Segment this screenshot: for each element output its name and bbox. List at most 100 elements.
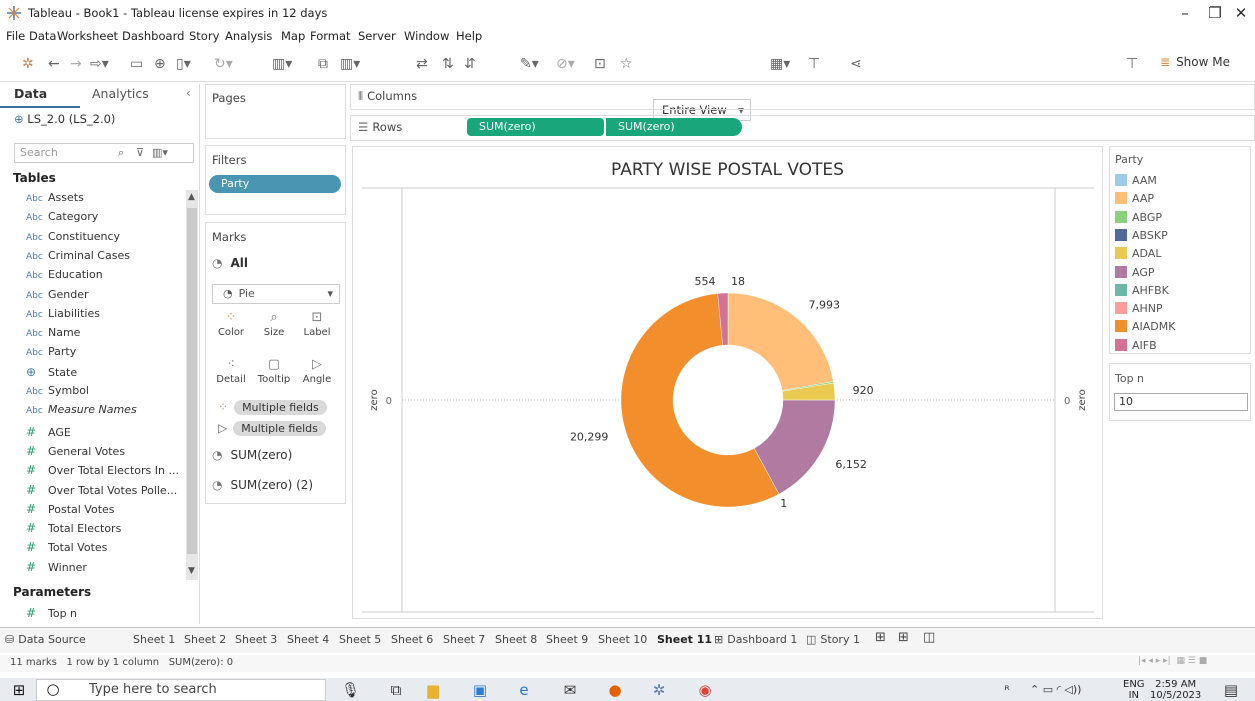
dimension-field[interactable]: Abc Constituency (26, 230, 186, 248)
new-worksheet-icon[interactable]: ▥▾ (272, 54, 292, 74)
sort-ascending-icon[interactable]: ⇅ (442, 54, 454, 74)
measure-field[interactable]: # Postal Votes (26, 502, 186, 520)
menu-format[interactable]: Format (310, 29, 351, 43)
cards-icon[interactable]: ▦▾ (770, 54, 790, 74)
tableau-taskbar-icon[interactable]: ✲ (650, 681, 668, 699)
scroll-down-icon[interactable]: ▼ (188, 566, 195, 576)
new-dashboard-tab-icon[interactable]: ⊞ (898, 630, 909, 645)
menu-dashboard[interactable]: Dashboard (122, 29, 184, 43)
legend-item[interactable]: AIADMK (1115, 320, 1175, 338)
scrollbar-thumb[interactable] (187, 208, 197, 554)
mark-type-dropdown[interactable]: ◔ Pie ▾ (212, 284, 340, 304)
sheet-tab[interactable]: Sheet 1 (133, 633, 175, 646)
redo-icon[interactable]: ⇨▾ (90, 54, 109, 74)
mail-icon[interactable]: ✉ (561, 681, 579, 699)
menu-server[interactable]: Server (358, 29, 396, 43)
swap-axes-icon[interactable]: ⇄ (416, 54, 428, 74)
tab-dashboard-1[interactable]: ⊞ Dashboard 1 (714, 633, 797, 646)
legend-item[interactable]: AGP (1115, 265, 1155, 284)
tab-story-1[interactable]: ◫ Story 1 (806, 633, 860, 646)
dimension-field[interactable]: Abc Measure Names (26, 403, 186, 421)
microphone-icon[interactable]: 🎙 (341, 681, 360, 699)
presentation-mode-icon[interactable]: ⊤ (808, 54, 820, 74)
parameter-field[interactable]: # Top n (26, 606, 186, 624)
legend-item[interactable]: AAM (1115, 174, 1157, 192)
detail-button[interactable]: ⁖ Detail (213, 356, 249, 385)
columns-shelf[interactable] (350, 84, 1255, 110)
view-options-icon[interactable]: ▥▾ (152, 146, 168, 159)
row-pill-sum-zero-2[interactable]: SUM(zero) (606, 118, 742, 136)
measure-field[interactable]: # Total Votes (26, 540, 186, 558)
minimize-button[interactable]: – (1168, 2, 1202, 24)
measure-field[interactable]: # Over Total Electors In ... (26, 463, 186, 481)
menu-data[interactable]: Data (29, 29, 56, 43)
menu-story[interactable]: Story (189, 29, 219, 43)
sheet-tab[interactable]: Sheet 10 (598, 633, 647, 646)
sheet-tab[interactable]: Sheet 7 (443, 633, 485, 646)
sheet-tab[interactable]: Sheet 2 (184, 633, 226, 646)
dimension-field[interactable]: Abc Liabilities (26, 307, 186, 325)
row-pill-sum-zero[interactable]: SUM(zero) (467, 118, 604, 136)
measure-field[interactable]: # Total Electors (26, 521, 186, 539)
sheet-tab[interactable]: Sheet 4 (287, 633, 329, 646)
topn-input[interactable]: 10 (1114, 393, 1248, 411)
menu-analysis[interactable]: Analysis (225, 29, 272, 43)
firefox-icon[interactable]: ● (606, 681, 624, 699)
tableau-home-icon[interactable]: ✲ (22, 54, 34, 74)
legend-item[interactable]: ABGP (1115, 210, 1162, 229)
scroll-up-icon[interactable]: ▲ (188, 192, 195, 202)
search-icon[interactable]: ⌕ (118, 146, 124, 160)
marks-all-row[interactable]: ◔ All (212, 256, 248, 270)
back-icon[interactable]: ← (48, 54, 60, 74)
pie-chart[interactable]: zero 0 0 zero 18 7,993 920 6,152 1 20,299 554 (352, 146, 1103, 619)
collapse-pane-icon[interactable]: ‹ (186, 86, 191, 100)
new-story-tab-icon[interactable]: ◫ (923, 630, 935, 645)
new-worksheet-tab-icon[interactable]: ⊞ (875, 630, 886, 645)
duplicate-sheet-icon[interactable]: ⧉ (318, 54, 328, 74)
color-button[interactable]: ⁘ Color (213, 309, 249, 338)
menu-window[interactable]: Window (404, 29, 449, 43)
highlight-icon[interactable]: ✎▾ (520, 54, 539, 74)
measure-field[interactable]: # Winner (26, 560, 186, 578)
tab-analytics[interactable]: Analytics (92, 86, 149, 101)
sheet-navigation-icons[interactable]: |◂ ◂ ▸ ▸| ▦ ☰ ■ (1138, 656, 1207, 666)
size-button[interactable]: ⌕ Size (256, 309, 292, 338)
dimension-field[interactable]: Abc Category (26, 210, 186, 228)
dimension-field[interactable]: Abc Criminal Cases (26, 249, 186, 267)
filter-icon[interactable]: ⊽ (136, 146, 144, 159)
dimension-field[interactable]: Abc Name (26, 326, 186, 344)
angle-field-row[interactable]: ▷ Multiple fields (218, 421, 326, 436)
tooltip-button[interactable]: ▢ Tooltip (256, 356, 292, 385)
share-icon[interactable]: ⋖ (850, 54, 862, 74)
chrome-icon[interactable]: ◉ (696, 681, 714, 699)
legend-item[interactable]: AAP (1115, 192, 1154, 210)
sheet-tab[interactable]: Sheet 3 (235, 633, 277, 646)
legend-item[interactable]: AIFB (1115, 338, 1157, 357)
show-labels-icon[interactable]: ⊡ (594, 54, 606, 74)
angle-button[interactable]: ▷ Angle (299, 356, 335, 385)
sort-descending-icon[interactable]: ⇵ (464, 54, 476, 74)
clock[interactable]: 2:59 AM 10/5/2023 (1150, 679, 1201, 701)
legend-item[interactable]: AHNP (1115, 302, 1163, 320)
clear-sheet-icon[interactable]: ▥▾ (340, 54, 360, 74)
dimension-field[interactable]: Abc Symbol (26, 384, 186, 402)
language-indicator[interactable]: ENG IN (1123, 679, 1145, 701)
tab-data-source[interactable]: ⛁ Data Source (5, 633, 86, 646)
save-icon[interactable]: ▭ (130, 54, 143, 74)
pause-updates-icon[interactable]: ▯▾ (176, 54, 191, 74)
edge-icon[interactable]: e (515, 681, 533, 699)
dimension-field[interactable]: Abc Gender (26, 288, 186, 306)
tab-data[interactable]: Data (14, 86, 47, 101)
dimension-field[interactable]: Abc Education (26, 268, 186, 286)
legend-item[interactable]: AHFBK (1115, 283, 1169, 302)
fix-axes-icon[interactable]: ☆ (620, 54, 633, 74)
store-icon[interactable]: ▣ (471, 681, 489, 699)
refresh-icon[interactable]: ↻▾ (214, 54, 233, 74)
sheet-tab[interactable]: Sheet 8 (495, 633, 537, 646)
system-tray-icons[interactable]: ⌃ ▭ ◜ ◁)) (1030, 681, 1100, 699)
layer-sum-zero[interactable]: ◔ SUM(zero) (212, 448, 292, 462)
dimension-field[interactable]: Abc Assets (26, 191, 186, 209)
color-field-row[interactable]: ⁘ Multiple fields (218, 400, 327, 415)
sheet-tab[interactable]: Sheet 6 (391, 633, 433, 646)
sheet-tab[interactable]: Sheet 9 (546, 633, 588, 646)
